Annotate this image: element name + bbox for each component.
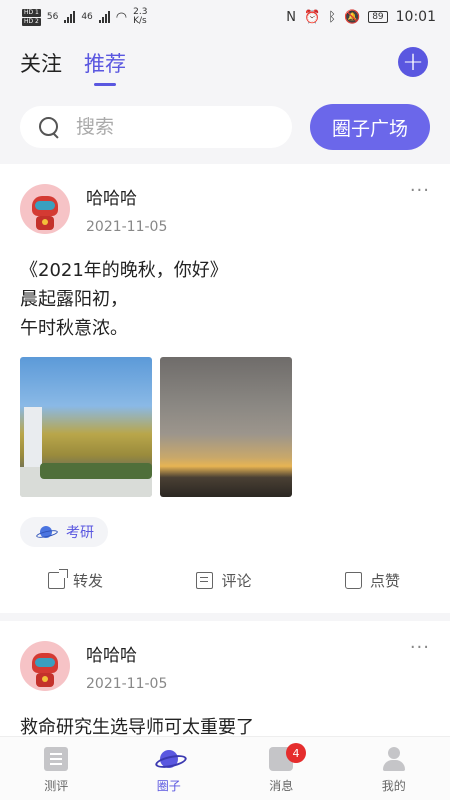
nav-item-me[interactable]: 我的 [338,737,450,800]
post-date: 2021-11-05 [86,676,168,692]
search-icon [38,116,60,138]
comment-icon [196,571,214,589]
bottom-nav: 测评 圈子 消息 我的 4 [0,736,450,800]
post-header: 哈哈哈 2021-11-05 [20,641,430,711]
battery-icon: 89 [368,11,388,23]
post-date: 2021-11-05 [86,219,168,235]
user-info: 哈哈哈 2021-11-05 [86,641,167,692]
hd-icon: HD 1 HD 2 [22,8,41,26]
nav-label: 圈子 [156,779,181,793]
avatar[interactable] [20,641,70,691]
tag-label: 考研 [66,525,94,541]
comment-label: 评论 [221,571,252,590]
nav-label: 消息 [269,779,294,793]
like-label: 点赞 [369,571,400,590]
username[interactable]: 哈哈哈 [86,641,167,666]
post-card[interactable]: 哈哈哈 2021-11-05 ··· 救命研究生选导师可太重要了 [0,613,450,736]
share-button[interactable]: 转发 [48,568,104,591]
post-line: 救命研究生选导师可太重要了 [20,717,254,736]
signal-icon [64,11,76,23]
status-left: HD 1 HD 2 56 46 ◠ 2.3 K/s [22,8,147,26]
network-speed-unit: K/s [133,16,147,26]
signal-icon-2 [98,11,110,23]
mute-icon: 🔕 [344,9,361,25]
list-icon [44,747,69,771]
planet-icon [157,747,181,771]
circle-plaza-button[interactable]: 圈子广场 [310,104,430,150]
post-images [20,357,430,497]
nfc-icon: N [286,9,296,25]
clock: 10:01 [395,9,436,25]
share-label: 转发 [73,571,104,590]
status-right: N ⏰ ᛒ 🔕 89 10:01 [286,9,436,25]
alarm-icon: ⏰ [304,9,321,25]
more-icon[interactable]: ··· [410,182,430,200]
status-bar: HD 1 HD 2 56 46 ◠ 2.3 K/s N ⏰ ᛒ 🔕 89 10:0… [0,0,450,34]
feed[interactable]: 哈哈哈 2021-11-05 ··· 《2021年的晚秋，你好》 晨起露阳初， … [0,164,450,736]
post-card[interactable]: 哈哈哈 2021-11-05 ··· 《2021年的晚秋，你好》 晨起露阳初， … [0,164,450,613]
tab-recommend[interactable]: 推荐 [84,48,126,86]
comment-button[interactable]: 评论 [196,570,252,591]
search-bar[interactable] [20,106,292,148]
like-button[interactable]: 点赞 [344,570,400,591]
post-line: 晨起露阳初， [20,289,128,310]
post-content[interactable]: 《2021年的晚秋，你好》 晨起露阳初， 午时秋意浓。 [20,256,430,343]
post-content[interactable]: 救命研究生选导师可太重要了 [20,713,430,736]
username[interactable]: 哈哈哈 [86,184,167,209]
tabs: 关注 推荐 [20,48,126,86]
nav-item-circle[interactable]: 圈子 [113,737,226,800]
header: 关注 推荐 + 圈子广场 [0,34,450,164]
trees-photo[interactable] [20,357,152,497]
circle-tag[interactable]: 考研 [20,517,108,547]
more-icon[interactable]: ··· [410,639,430,657]
post-header: 哈哈哈 2021-11-05 [20,184,430,254]
message-badge: 4 [286,743,306,763]
plus-circle-icon[interactable]: + [398,47,428,77]
search-input[interactable] [76,116,256,138]
nav-label: 我的 [381,779,406,793]
sunset-photo[interactable] [160,357,292,497]
user-icon [382,747,406,771]
post-line: 《2021年的晚秋，你好》 [20,260,228,281]
wifi-icon: ◠ [115,9,128,25]
signal2-label: 46 [81,12,93,22]
thumbs-up-icon [344,571,362,589]
network-speed: 2.3 K/s [133,8,147,26]
tab-follow[interactable]: 关注 [20,48,62,78]
nav-label: 测评 [44,779,69,793]
nav-item-evaluation[interactable]: 测评 [0,737,113,800]
post-line: 午时秋意浓。 [20,318,128,339]
user-info: 哈哈哈 2021-11-05 [86,184,167,235]
planet-icon [36,525,56,539]
bluetooth-icon: ᛒ [328,9,336,25]
post-actions: 转发 评论 点赞 [20,547,430,613]
nav-item-messages[interactable]: 消息 [225,737,338,800]
signal1-label: 56 [46,12,59,22]
avatar[interactable] [20,184,70,234]
share-icon [48,568,68,589]
